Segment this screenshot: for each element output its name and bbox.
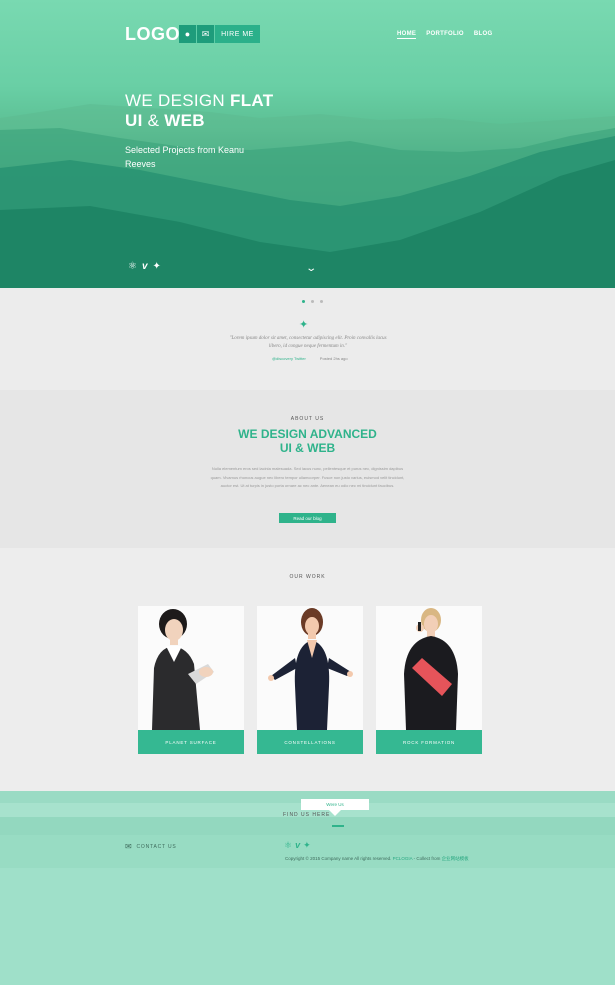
work-section: OUR WORK PLANET SURFACE CONSTELLATIONS R… xyxy=(0,548,615,791)
find-us-underline xyxy=(332,825,344,827)
twitter-icon: ✦ xyxy=(299,319,309,331)
main-nav: HOME PORTFOLIO BLOG xyxy=(397,31,492,39)
about-title: WE DESIGN ADVANCED UI & WEB xyxy=(0,427,615,455)
vimeo-icon[interactable]: v xyxy=(142,261,148,272)
about-kicker: ABOUT US xyxy=(290,416,325,422)
envelope-icon: ✉ xyxy=(125,842,133,851)
footer-link-1[interactable]: PCLOGIA xyxy=(393,856,413,861)
twitter-icon[interactable]: ✦ xyxy=(303,840,311,851)
footer-social: ⚛ v ✦ xyxy=(284,840,311,851)
chevron-down-icon[interactable]: ⌄ xyxy=(305,263,317,274)
logo[interactable]: LOGO xyxy=(125,24,180,45)
find-us-label: FIND US HERE xyxy=(283,812,331,818)
nav-blog[interactable]: BLOG xyxy=(474,31,493,39)
testimonial-meta: @discovery Twitter Posted 2hs ago xyxy=(272,356,348,361)
work-card[interactable]: ROCK FORMATION xyxy=(376,606,482,754)
headline-amp: & xyxy=(142,111,165,130)
hero-headline: WE DESIGN FLAT UI & WEB xyxy=(125,91,273,131)
work-caption: ROCK FORMATION xyxy=(376,730,482,754)
contact-label: CONTACT US xyxy=(136,843,177,850)
testimonial-quote: "Lorem ipsum dolor sit amet, consectetur… xyxy=(229,336,387,349)
work-photo xyxy=(257,606,363,730)
mountain-landscape-image xyxy=(0,104,615,288)
headline-bold: FLAT xyxy=(230,91,274,110)
slider-dot[interactable] xyxy=(302,300,305,303)
map-section: Were Us FIND US HERE xyxy=(0,791,615,835)
copyright: Copyright © 2015 Company name All rights… xyxy=(285,856,469,862)
envelope-icon[interactable]: ✉ xyxy=(197,25,215,43)
hero-subtitle: Selected Projects from Keanu Reeves xyxy=(125,145,245,169)
copyright-text: Copyright © 2015 Company name All rights… xyxy=(285,856,392,861)
work-card[interactable]: PLANET SURFACE xyxy=(138,606,244,754)
vimeo-icon[interactable]: v xyxy=(295,840,300,851)
slider-dot[interactable] xyxy=(311,300,314,303)
hero-social: ⚛ v ✦ xyxy=(128,261,161,272)
nav-home[interactable]: HOME xyxy=(397,31,417,39)
hire-group: ● ✉ HIRE ME xyxy=(179,25,260,43)
map-pin-label[interactable]: Were Us xyxy=(301,799,369,810)
dribbble-icon[interactable]: ⚛ xyxy=(128,261,137,272)
work-caption: PLANET SURFACE xyxy=(138,730,244,754)
work-photo xyxy=(376,606,482,730)
twitter-handle[interactable]: @discovery Twitter xyxy=(272,356,306,361)
twitter-icon[interactable]: ✦ xyxy=(153,261,161,272)
nav-portfolio[interactable]: PORTFOLIO xyxy=(426,31,464,39)
location-pin-icon[interactable]: ● xyxy=(179,25,197,43)
footer-link-sep: - Collect from xyxy=(412,856,442,861)
contact-us[interactable]: ✉ CONTACT US xyxy=(125,842,177,851)
headline-light: WE DESIGN xyxy=(125,91,231,110)
hire-me-button[interactable]: HIRE ME xyxy=(215,25,260,43)
about-text: Nulla elementum eros sed lacinia malesua… xyxy=(210,466,405,488)
about-title-line1: WE DESIGN ADVANCED xyxy=(238,427,377,441)
map-pin-pointer xyxy=(329,810,341,816)
read-blog-button[interactable]: Read our blog xyxy=(279,513,336,523)
testimonial-section: ✦ "Lorem ipsum dolor sit amet, consectet… xyxy=(0,288,615,390)
footer-link-2[interactable]: 企业网站模板 xyxy=(442,856,469,861)
map-stripe xyxy=(0,817,615,835)
hero-section: LOGO ● ✉ HIRE ME HOME PORTFOLIO BLOG WE … xyxy=(0,0,615,288)
work-card[interactable]: CONSTELLATIONS xyxy=(257,606,363,754)
slider-dots xyxy=(302,300,323,303)
headline-ui: UI xyxy=(125,111,143,130)
headline-web: WEB xyxy=(164,111,205,130)
page-bottom xyxy=(0,868,615,985)
work-kicker: OUR WORK xyxy=(289,574,326,580)
post-time: Posted 2hs ago xyxy=(319,356,348,361)
work-photo xyxy=(138,606,244,730)
work-caption: CONSTELLATIONS xyxy=(257,730,363,754)
slider-dot[interactable] xyxy=(320,300,323,303)
dribbble-icon[interactable]: ⚛ xyxy=(284,840,292,851)
footer: ✉ CONTACT US ⚛ v ✦ Copyright © 2015 Comp… xyxy=(0,835,615,868)
about-section: ABOUT US WE DESIGN ADVANCED UI & WEB Nul… xyxy=(0,390,615,548)
about-title-line2: UI & WEB xyxy=(279,441,336,455)
